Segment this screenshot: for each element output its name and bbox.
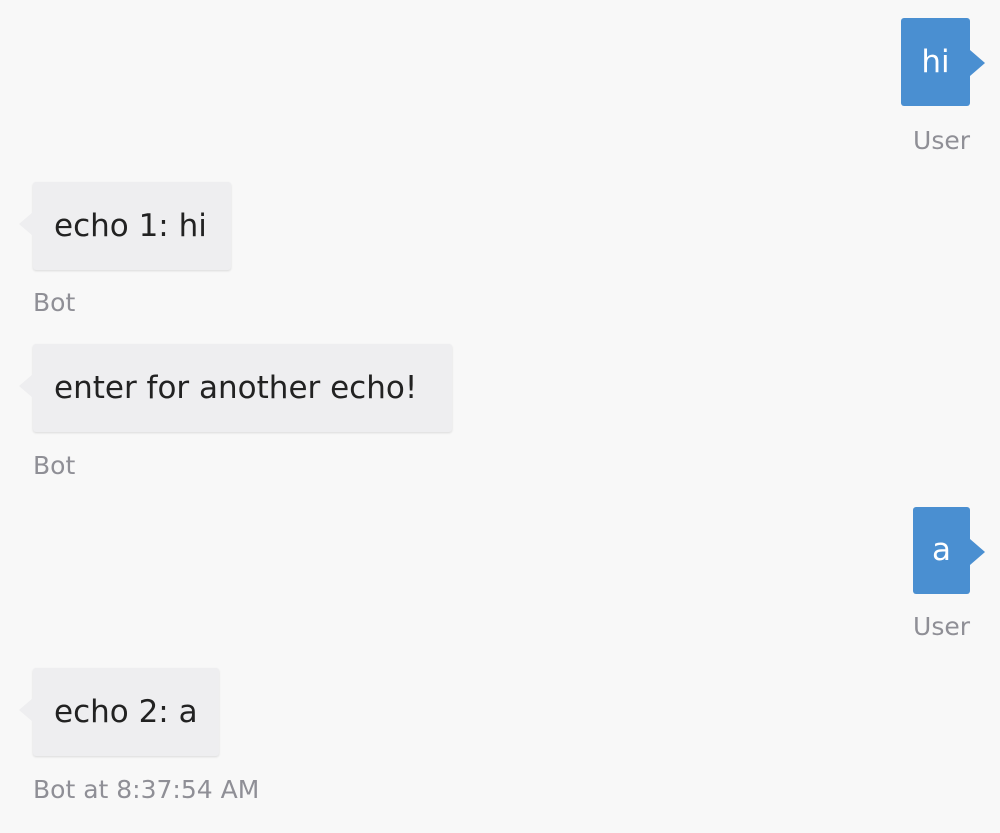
message-sender: User xyxy=(913,612,970,641)
bot-message-bubble[interactable]: enter for another echo! xyxy=(19,344,452,432)
message-sender: Bot xyxy=(33,451,76,480)
bot-message-bubble[interactable]: echo 1: hi xyxy=(19,182,231,270)
user-message-bubble[interactable]: a xyxy=(913,507,985,594)
bot-message-bubble[interactable]: echo 2: a xyxy=(19,668,219,756)
user-message-bubble[interactable]: hi xyxy=(901,18,985,106)
message-text: a xyxy=(932,532,951,568)
message-text: echo 2: a xyxy=(54,693,198,730)
message-text: enter for another echo! xyxy=(54,369,418,406)
message-text: hi xyxy=(921,43,950,80)
message-sender: User xyxy=(913,126,970,155)
message-timestamp: Bot at 8:37:54 AM xyxy=(33,775,260,804)
chat-transcript: hi User echo 1: hi Bot enter for another… xyxy=(0,0,1000,833)
message-sender: Bot xyxy=(33,288,76,317)
message-text: echo 1: hi xyxy=(54,207,207,244)
